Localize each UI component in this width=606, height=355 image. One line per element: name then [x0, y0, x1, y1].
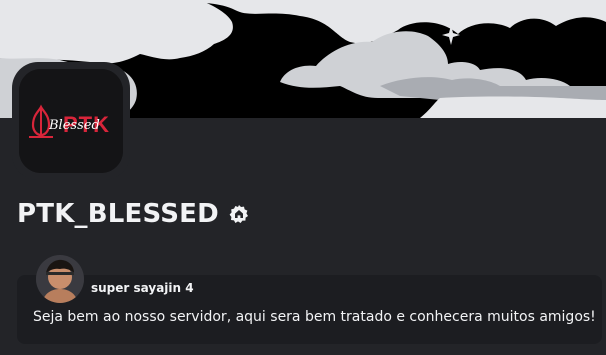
welcome-message-text: Seja bem ao nosso servidor, aqui sera be… [33, 309, 596, 325]
author-name[interactable]: super sayajin 4 [91, 281, 194, 295]
home-icon [229, 204, 249, 224]
server-title-row: PTK_BLESSED [17, 194, 249, 234]
author-avatar[interactable] [36, 255, 84, 303]
logo-script: Blessed [48, 118, 100, 133]
server-name: PTK_BLESSED [17, 199, 219, 229]
server-avatar[interactable]: PTK Blessed [19, 69, 123, 173]
